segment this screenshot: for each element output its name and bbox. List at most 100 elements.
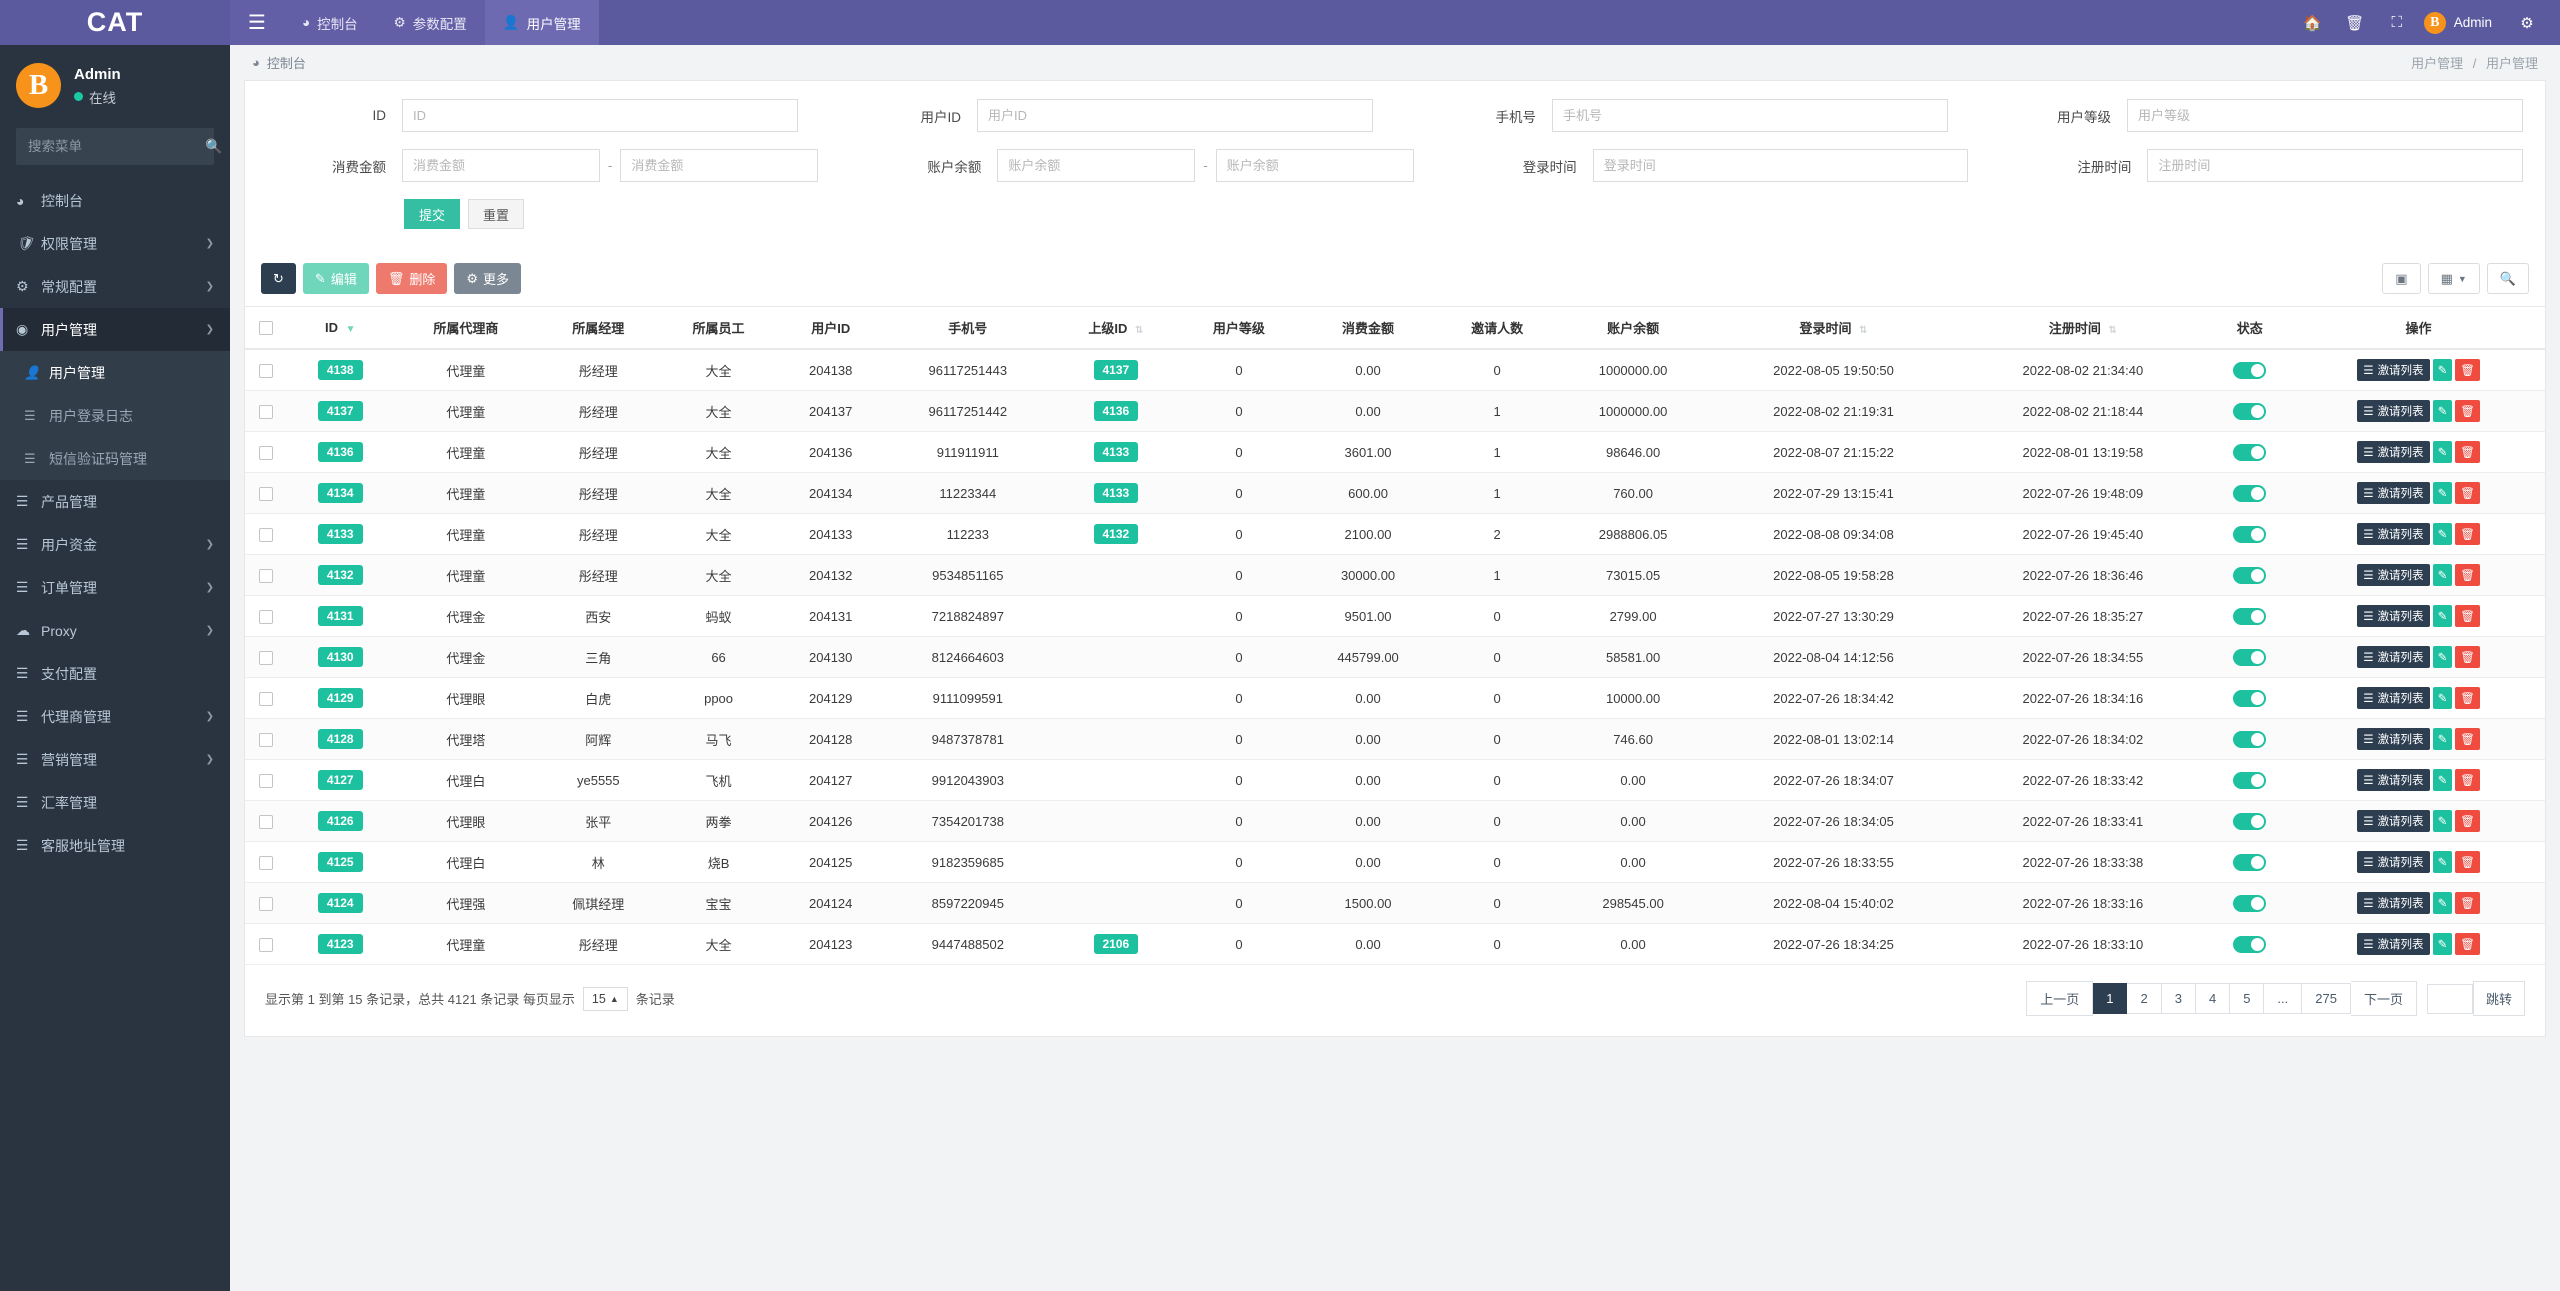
row-select-cell[interactable]	[245, 636, 287, 678]
status-toggle[interactable]	[2233, 566, 2267, 584]
invite-list-button[interactable]: ☰ 激请列表	[2357, 851, 2430, 873]
table-row[interactable]: 4128 代理塔 阿辉 马飞 204128 9487378781 0 0.00 0 746.60 2…	[245, 718, 2545, 760]
row-select-cell[interactable]	[245, 390, 287, 432]
edit-row-button[interactable]: ✎	[2432, 605, 2453, 627]
cell-status[interactable]	[2207, 431, 2293, 473]
phone-input[interactable]	[1552, 99, 1948, 132]
status-toggle[interactable]	[2233, 935, 2267, 953]
cell-status[interactable]	[2207, 390, 2293, 432]
sidebar-item-agent-management[interactable]: ☰ 代理商管理 ❯	[0, 695, 230, 738]
pagination-jump-input[interactable]	[2426, 983, 2473, 1014]
table-row[interactable]: 4126 代理眼 张平 两拳 204126 7354201738 0 0.00 0 0.00 202…	[245, 800, 2545, 842]
row-checkbox[interactable]	[259, 568, 273, 583]
col-login-time[interactable]: 登录时间 ⇅	[1708, 306, 1959, 350]
edit-row-button[interactable]: ✎	[2432, 728, 2453, 750]
sidebar-item-permissions[interactable]: 🛡 权限管理 ❯	[0, 222, 230, 265]
col-select-all[interactable]	[245, 306, 287, 350]
status-toggle[interactable]	[2233, 812, 2267, 830]
edit-row-button[interactable]: ✎	[2432, 933, 2453, 955]
row-checkbox[interactable]	[259, 609, 273, 624]
sidebar-toggle-button[interactable]: ☰	[230, 0, 284, 45]
status-toggle[interactable]	[2233, 361, 2267, 379]
table-row[interactable]: 4131 代理金 西安 蚂蚁 204131 7218824897 0 9501.00 0 2799…	[245, 595, 2545, 637]
sidebar-item-marketing-management[interactable]: ☰ 营销管理 ❯	[0, 738, 230, 781]
cell-status[interactable]	[2207, 718, 2293, 760]
sidebar-item-general-config[interactable]: ⚙ 常规配置 ❯	[0, 265, 230, 308]
table-search-button[interactable]: 🔍	[2486, 263, 2529, 294]
delete-row-button[interactable]: 🗑	[2455, 687, 2480, 709]
edit-row-button[interactable]: ✎	[2432, 851, 2453, 873]
sidebar-item-sms-codes[interactable]: ☰ 短信验证码管理	[0, 437, 230, 480]
row-checkbox[interactable]	[259, 814, 273, 829]
status-toggle[interactable]	[2233, 689, 2267, 707]
pagination-page-2[interactable]: 2	[2127, 983, 2162, 1014]
invite-list-button[interactable]: ☰ 激请列表	[2357, 359, 2430, 381]
table-row[interactable]: 4136 代理童 彤经理 大全 204136 911911911 4133 0 3601.00 1…	[245, 431, 2545, 473]
row-checkbox[interactable]	[259, 404, 273, 419]
row-select-cell[interactable]	[245, 882, 287, 924]
table-row[interactable]: 4137 代理童 彤经理 大全 204137 96117251442 4136 0 0.00 1 1…	[245, 390, 2545, 432]
delete-row-button[interactable]: 🗑	[2455, 400, 2480, 422]
spend-min-input[interactable]	[402, 149, 600, 182]
row-checkbox[interactable]	[259, 937, 273, 952]
sidebar-item-proxy[interactable]: ☁ Proxy ❯	[0, 609, 230, 652]
row-checkbox[interactable]	[259, 773, 273, 788]
table-row[interactable]: 4125 代理白林烧B 204125 9182359685 0 0.00 0 0.00 2022…	[245, 841, 2545, 883]
row-checkbox[interactable]	[259, 363, 273, 378]
col-balance[interactable]: 账户余额	[1557, 306, 1709, 350]
invite-list-button[interactable]: ☰ 激请列表	[2357, 441, 2430, 463]
pagination-next[interactable]: 下一页	[2350, 981, 2417, 1016]
sidebar-item-product-management[interactable]: ☰ 产品管理	[0, 480, 230, 523]
status-toggle[interactable]	[2233, 853, 2267, 871]
edit-row-button[interactable]: ✎	[2432, 441, 2453, 463]
settings-icon[interactable]: ⚙	[2506, 0, 2548, 45]
balance-min-input[interactable]	[997, 149, 1196, 182]
cell-status[interactable]	[2207, 677, 2293, 719]
row-select-cell[interactable]	[245, 513, 287, 555]
cell-status[interactable]	[2207, 882, 2293, 924]
pagination-page-3[interactable]: 3	[2161, 983, 2196, 1014]
col-spend[interactable]: 消费金额	[1299, 306, 1438, 350]
table-row[interactable]: 4138 代理童 彤经理 大全 204138 96117251443 4137 0 0.00 0 1…	[245, 349, 2545, 391]
col-level[interactable]: 用户等级	[1178, 306, 1300, 350]
trash-icon[interactable]: 🗑	[2334, 0, 2376, 45]
col-uid[interactable]: 用户ID	[778, 306, 883, 350]
invite-list-button[interactable]: ☰ 激请列表	[2357, 482, 2430, 504]
col-parent[interactable]: 上级ID ⇅	[1052, 306, 1179, 350]
table-row[interactable]: 4123 代理童 彤经理 大全 204123 9447488502 2106 0 0.00 0 0.…	[245, 923, 2545, 965]
pagination-jump-button[interactable]: 跳转	[2472, 981, 2525, 1016]
col-id[interactable]: ID ▼	[287, 306, 394, 350]
sidebar-item-exchange-rate[interactable]: ☰ 汇率管理	[0, 781, 230, 824]
login-time-input[interactable]	[1592, 149, 1969, 182]
edit-row-button[interactable]: ✎	[2432, 769, 2453, 791]
spend-max-input[interactable]	[620, 149, 819, 182]
pagination-page-5[interactable]: 5	[2230, 983, 2265, 1014]
row-checkbox[interactable]	[259, 691, 273, 706]
id-input[interactable]	[402, 99, 798, 132]
table-row[interactable]: 4133 代理童 彤经理 大全 204133 112233 4132 0 2100.00 2 298…	[245, 513, 2545, 555]
row-checkbox[interactable]	[259, 486, 273, 501]
level-input[interactable]	[2127, 99, 2523, 132]
status-toggle[interactable]	[2233, 484, 2267, 502]
invite-list-button[interactable]: ☰ 激请列表	[2357, 687, 2430, 709]
reg-time-input[interactable]	[2147, 149, 2523, 182]
refresh-button[interactable]: ↻	[261, 263, 296, 294]
delete-row-button[interactable]: 🗑	[2455, 933, 2480, 955]
table-row[interactable]: 4130 代理金 三角 66 204130 8124664603 0 445799.00 0 58…	[245, 636, 2545, 678]
sidebar-item-support-address[interactable]: ☰ 客服地址管理	[0, 824, 230, 867]
edit-row-button[interactable]: ✎	[2432, 564, 2453, 586]
invite-list-button[interactable]: ☰ 激请列表	[2357, 564, 2430, 586]
cell-status[interactable]	[2207, 513, 2293, 555]
sidebar-search[interactable]: 🔍	[16, 128, 222, 165]
status-toggle[interactable]	[2233, 730, 2267, 748]
row-select-cell[interactable]	[245, 923, 287, 965]
table-row[interactable]: 4127 代理白 ye5555 飞机 204127 9912043903 0 0.00 0 0.0…	[245, 759, 2545, 801]
col-phone[interactable]: 手机号	[882, 306, 1053, 350]
pagination-prev[interactable]: 上一页	[2026, 981, 2094, 1016]
cell-status[interactable]	[2207, 800, 2293, 842]
tab-user-management[interactable]: 👤 用户管理	[484, 0, 599, 45]
delete-row-button[interactable]: 🗑	[2455, 359, 2480, 381]
col-manager[interactable]: 所属经理	[538, 306, 659, 350]
delete-row-button[interactable]: 🗑	[2455, 646, 2480, 668]
delete-row-button[interactable]: 🗑	[2455, 810, 2480, 832]
